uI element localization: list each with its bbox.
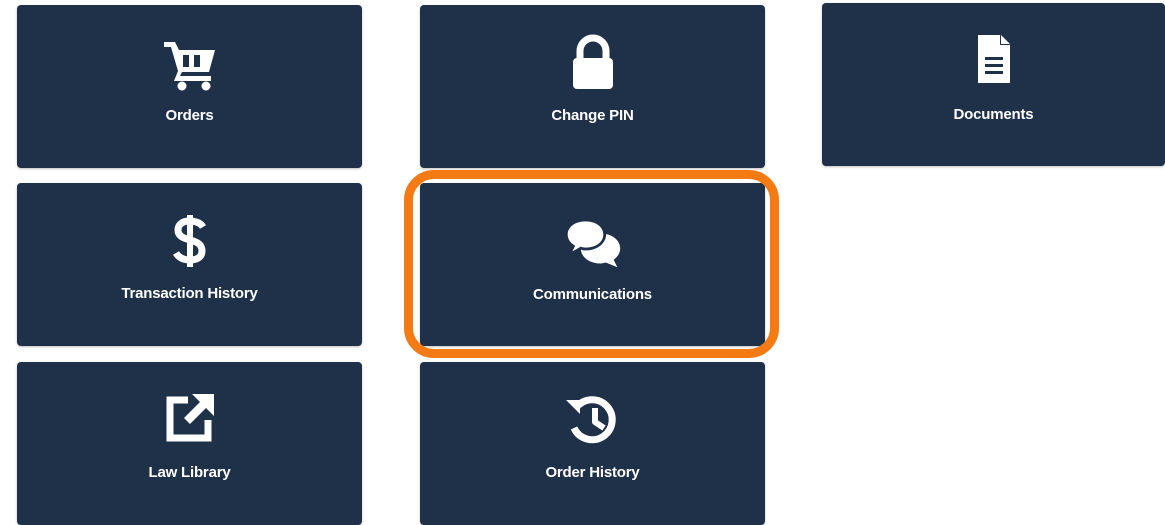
order-history-tile[interactable]: Order History [420, 362, 765, 525]
history-icon [563, 390, 623, 450]
communications-highlight-outline [404, 170, 779, 358]
orders-tile[interactable]: Orders [17, 5, 362, 168]
transaction-history-tile[interactable]: Transaction History [17, 183, 362, 346]
change-pin-tile[interactable]: Change PIN [420, 5, 765, 168]
orders-label: Orders [165, 107, 214, 124]
law-library-tile[interactable]: Law Library [17, 362, 362, 525]
law-library-label: Law Library [148, 464, 231, 481]
shopping-cart-icon [160, 33, 220, 93]
external-link-icon [160, 388, 220, 448]
lock-icon [563, 33, 623, 93]
order-history-label: Order History [545, 464, 640, 481]
documents-label: Documents [953, 106, 1034, 123]
document-icon [964, 29, 1024, 89]
transaction-history-label: Transaction History [121, 285, 258, 302]
dollar-icon [160, 211, 220, 271]
change-pin-label: Change PIN [551, 107, 634, 124]
documents-tile[interactable]: Documents [822, 3, 1165, 166]
